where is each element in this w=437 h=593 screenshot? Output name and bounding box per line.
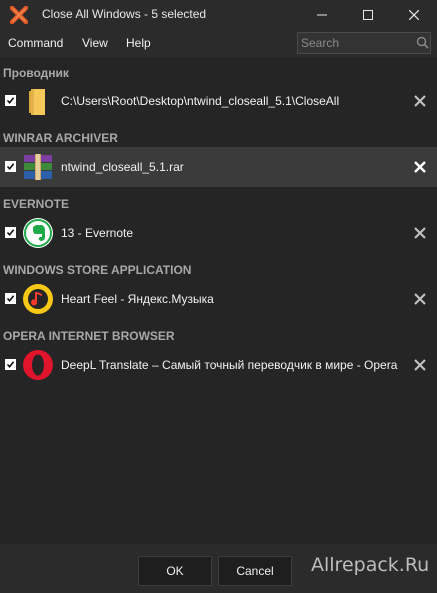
close-item-icon[interactable] bbox=[413, 160, 427, 174]
group-header-winrar: WINRAR ARCHIVER bbox=[3, 131, 118, 145]
ok-button[interactable]: OK bbox=[138, 556, 212, 586]
item-checkbox[interactable] bbox=[5, 161, 16, 172]
close-item-icon[interactable] bbox=[413, 226, 427, 240]
maximize-button[interactable] bbox=[345, 0, 391, 29]
close-item-icon[interactable] bbox=[413, 94, 427, 108]
list-item[interactable]: DeepL Translate – Самый точный переводчи… bbox=[0, 345, 437, 385]
window-title: Close All Windows - 5 selected bbox=[42, 7, 207, 21]
close-all-app-icon bbox=[10, 6, 28, 24]
yandex-music-icon bbox=[23, 284, 53, 314]
group-header-evernote: EVERNOTE bbox=[3, 197, 70, 211]
list-item[interactable]: Heart Feel - Яндекс.Музыка bbox=[0, 279, 437, 319]
group-header-windows-store: WINDOWS STORE APPLICATION bbox=[3, 263, 192, 277]
item-title: Heart Feel - Яндекс.Музыка bbox=[61, 292, 214, 306]
maximize-icon bbox=[363, 9, 373, 20]
item-checkbox[interactable] bbox=[5, 293, 16, 304]
cancel-button[interactable]: Cancel bbox=[218, 556, 292, 586]
item-checkbox[interactable] bbox=[5, 227, 16, 238]
menu-command[interactable]: Command bbox=[8, 36, 63, 50]
close-window-button[interactable] bbox=[391, 0, 437, 29]
winrar-icon bbox=[24, 154, 52, 180]
window-list: Проводник C:\Users\Root\Desktop\ntwind_c… bbox=[0, 57, 437, 544]
search-icon[interactable] bbox=[416, 36, 429, 49]
item-title: C:\Users\Root\Desktop\ntwind_closeall_5.… bbox=[61, 94, 340, 108]
item-title: 13 - Evernote bbox=[61, 226, 134, 240]
minimize-icon bbox=[317, 14, 327, 15]
close-item-icon[interactable] bbox=[413, 358, 427, 372]
close-icon bbox=[409, 9, 419, 20]
group-header-opera: OPERA INTERNET BROWSER bbox=[3, 329, 175, 343]
group-header-explorer: Проводник bbox=[3, 66, 69, 80]
minimize-button[interactable] bbox=[299, 0, 345, 29]
menu-view[interactable]: View bbox=[82, 36, 108, 50]
folder-icon bbox=[29, 89, 45, 115]
watermark: Allrepack.Ru bbox=[311, 554, 430, 576]
list-item[interactable]: 13 - Evernote bbox=[0, 213, 437, 253]
item-checkbox[interactable] bbox=[5, 95, 16, 106]
item-title: ntwind_closeall_5.1.rar bbox=[61, 160, 184, 174]
dialog-footer: OK Cancel Allrepack.Ru bbox=[0, 544, 437, 593]
evernote-icon bbox=[23, 218, 53, 248]
title-bar: Close All Windows - 5 selected bbox=[0, 0, 437, 29]
menu-help[interactable]: Help bbox=[126, 36, 151, 50]
close-item-icon[interactable] bbox=[413, 292, 427, 306]
search-box bbox=[297, 32, 431, 54]
opera-icon bbox=[23, 350, 53, 380]
item-title: DeepL Translate – Самый точный переводчи… bbox=[61, 358, 398, 372]
list-item[interactable]: ntwind_closeall_5.1.rar bbox=[0, 147, 437, 187]
search-input[interactable] bbox=[298, 33, 412, 53]
item-checkbox[interactable] bbox=[5, 359, 16, 370]
list-item[interactable]: C:\Users\Root\Desktop\ntwind_closeall_5.… bbox=[0, 81, 437, 121]
